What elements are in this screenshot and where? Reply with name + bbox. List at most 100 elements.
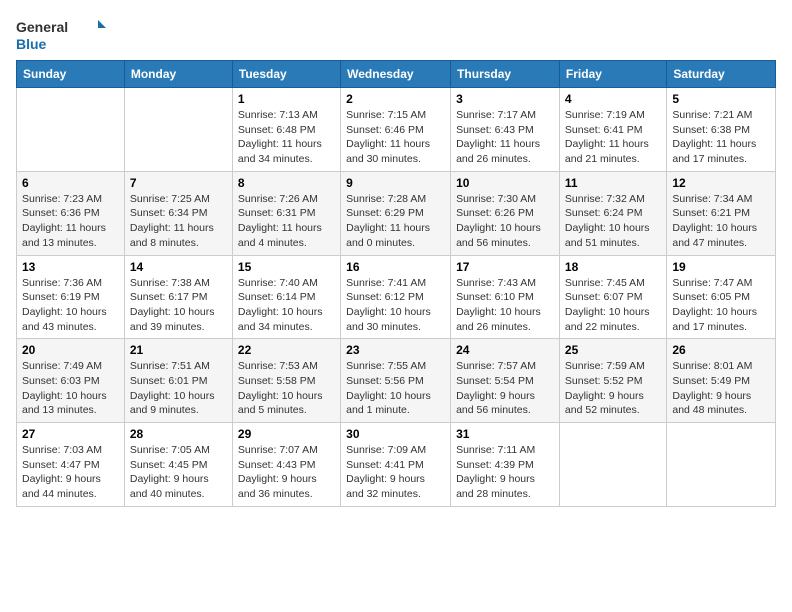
day-info: Sunrise: 7:36 AM Sunset: 6:19 PM Dayligh… — [22, 276, 119, 335]
day-info: Sunrise: 8:01 AM Sunset: 5:49 PM Dayligh… — [672, 359, 770, 418]
day-info: Sunrise: 7:19 AM Sunset: 6:41 PM Dayligh… — [565, 108, 661, 167]
day-number: 21 — [130, 343, 227, 357]
calendar-table: SundayMondayTuesdayWednesdayThursdayFrid… — [16, 60, 776, 507]
calendar-cell: 28 Sunrise: 7:05 AM Sunset: 4:45 PM Dayli… — [124, 423, 232, 507]
calendar-cell: 13 Sunrise: 7:36 AM Sunset: 6:19 PM Dayli… — [17, 255, 125, 339]
day-number: 14 — [130, 260, 227, 274]
column-header-friday: Friday — [559, 61, 666, 88]
calendar-cell: 4 Sunrise: 7:19 AM Sunset: 6:41 PM Daylig… — [559, 88, 666, 172]
calendar-cell — [17, 88, 125, 172]
day-info: Sunrise: 7:13 AM Sunset: 6:48 PM Dayligh… — [238, 108, 335, 167]
day-number: 12 — [672, 176, 770, 190]
day-number: 10 — [456, 176, 554, 190]
calendar-cell — [124, 88, 232, 172]
day-number: 22 — [238, 343, 335, 357]
day-number: 20 — [22, 343, 119, 357]
day-info: Sunrise: 7:34 AM Sunset: 6:21 PM Dayligh… — [672, 192, 770, 251]
column-header-saturday: Saturday — [667, 61, 776, 88]
day-number: 7 — [130, 176, 227, 190]
calendar-week-5: 27 Sunrise: 7:03 AM Sunset: 4:47 PM Dayli… — [17, 423, 776, 507]
day-number: 30 — [346, 427, 445, 441]
day-info: Sunrise: 7:17 AM Sunset: 6:43 PM Dayligh… — [456, 108, 554, 167]
day-number: 6 — [22, 176, 119, 190]
calendar-cell: 31Sunrise: 7:11 AM Sunset: 4:39 PM Dayli… — [451, 423, 560, 507]
day-info: Sunrise: 7:32 AM Sunset: 6:24 PM Dayligh… — [565, 192, 661, 251]
day-number: 24 — [456, 343, 554, 357]
calendar-cell: 12 Sunrise: 7:34 AM Sunset: 6:21 PM Dayli… — [667, 171, 776, 255]
calendar-cell: 7 Sunrise: 7:25 AM Sunset: 6:34 PM Daylig… — [124, 171, 232, 255]
calendar-cell: 8 Sunrise: 7:26 AM Sunset: 6:31 PM Daylig… — [232, 171, 340, 255]
day-number: 23 — [346, 343, 445, 357]
day-number: 27 — [22, 427, 119, 441]
day-number: 31 — [456, 427, 554, 441]
day-number: 13 — [22, 260, 119, 274]
calendar-cell: 11 Sunrise: 7:32 AM Sunset: 6:24 PM Dayli… — [559, 171, 666, 255]
calendar-cell: 17 Sunrise: 7:43 AM Sunset: 6:10 PM Dayli… — [451, 255, 560, 339]
calendar-cell: 5 Sunrise: 7:21 AM Sunset: 6:38 PM Daylig… — [667, 88, 776, 172]
day-info: Sunrise: 7:55 AM Sunset: 5:56 PM Dayligh… — [346, 359, 445, 418]
calendar-cell: 18 Sunrise: 7:45 AM Sunset: 6:07 PM Dayli… — [559, 255, 666, 339]
svg-text:General: General — [16, 19, 68, 35]
day-info: Sunrise: 7:21 AM Sunset: 6:38 PM Dayligh… — [672, 108, 770, 167]
calendar-cell: 9Sunrise: 7:28 AM Sunset: 6:29 PM Daylig… — [341, 171, 451, 255]
calendar-week-2: 6 Sunrise: 7:23 AM Sunset: 6:36 PM Daylig… — [17, 171, 776, 255]
day-info: Sunrise: 7:41 AM Sunset: 6:12 PM Dayligh… — [346, 276, 445, 335]
day-info: Sunrise: 7:47 AM Sunset: 6:05 PM Dayligh… — [672, 276, 770, 335]
calendar-cell — [667, 423, 776, 507]
day-number: 8 — [238, 176, 335, 190]
calendar-cell: 3 Sunrise: 7:17 AM Sunset: 6:43 PM Daylig… — [451, 88, 560, 172]
day-number: 11 — [565, 176, 661, 190]
day-number: 28 — [130, 427, 227, 441]
calendar-cell: 19 Sunrise: 7:47 AM Sunset: 6:05 PM Dayli… — [667, 255, 776, 339]
calendar-cell: 15Sunrise: 7:40 AM Sunset: 6:14 PM Dayli… — [232, 255, 340, 339]
day-number: 16 — [346, 260, 445, 274]
day-number: 19 — [672, 260, 770, 274]
page-header: General Blue — [16, 16, 776, 56]
logo-svg: General Blue — [16, 16, 106, 56]
day-number: 29 — [238, 427, 335, 441]
day-info: Sunrise: 7:28 AM Sunset: 6:29 PM Dayligh… — [346, 192, 445, 251]
day-number: 3 — [456, 92, 554, 106]
day-number: 2 — [346, 92, 445, 106]
calendar-cell: 24 Sunrise: 7:57 AM Sunset: 5:54 PM Dayli… — [451, 339, 560, 423]
calendar-week-1: 1 Sunrise: 7:13 AM Sunset: 6:48 PM Daylig… — [17, 88, 776, 172]
calendar-cell — [559, 423, 666, 507]
day-number: 1 — [238, 92, 335, 106]
calendar-cell: 30 Sunrise: 7:09 AM Sunset: 4:41 PM Dayli… — [341, 423, 451, 507]
day-info: Sunrise: 7:57 AM Sunset: 5:54 PM Dayligh… — [456, 359, 554, 418]
day-info: Sunrise: 7:26 AM Sunset: 6:31 PM Dayligh… — [238, 192, 335, 251]
day-info: Sunrise: 7:03 AM Sunset: 4:47 PM Dayligh… — [22, 443, 119, 502]
calendar-cell: 2 Sunrise: 7:15 AM Sunset: 6:46 PM Daylig… — [341, 88, 451, 172]
column-header-tuesday: Tuesday — [232, 61, 340, 88]
column-header-sunday: Sunday — [17, 61, 125, 88]
svg-text:Blue: Blue — [16, 36, 47, 52]
day-number: 4 — [565, 92, 661, 106]
day-info: Sunrise: 7:09 AM Sunset: 4:41 PM Dayligh… — [346, 443, 445, 502]
day-number: 25 — [565, 343, 661, 357]
calendar-cell: 20Sunrise: 7:49 AM Sunset: 6:03 PM Dayli… — [17, 339, 125, 423]
day-info: Sunrise: 7:05 AM Sunset: 4:45 PM Dayligh… — [130, 443, 227, 502]
day-number: 18 — [565, 260, 661, 274]
day-info: Sunrise: 7:51 AM Sunset: 6:01 PM Dayligh… — [130, 359, 227, 418]
day-info: Sunrise: 7:23 AM Sunset: 6:36 PM Dayligh… — [22, 192, 119, 251]
day-info: Sunrise: 7:45 AM Sunset: 6:07 PM Dayligh… — [565, 276, 661, 335]
calendar-cell: 22 Sunrise: 7:53 AM Sunset: 5:58 PM Dayli… — [232, 339, 340, 423]
day-info: Sunrise: 7:59 AM Sunset: 5:52 PM Dayligh… — [565, 359, 661, 418]
day-info: Sunrise: 7:43 AM Sunset: 6:10 PM Dayligh… — [456, 276, 554, 335]
day-info: Sunrise: 7:25 AM Sunset: 6:34 PM Dayligh… — [130, 192, 227, 251]
day-number: 15 — [238, 260, 335, 274]
column-header-monday: Monday — [124, 61, 232, 88]
calendar-cell: 10Sunrise: 7:30 AM Sunset: 6:26 PM Dayli… — [451, 171, 560, 255]
calendar-week-4: 20Sunrise: 7:49 AM Sunset: 6:03 PM Dayli… — [17, 339, 776, 423]
day-info: Sunrise: 7:07 AM Sunset: 4:43 PM Dayligh… — [238, 443, 335, 502]
day-number: 5 — [672, 92, 770, 106]
day-info: Sunrise: 7:53 AM Sunset: 5:58 PM Dayligh… — [238, 359, 335, 418]
calendar-cell: 14Sunrise: 7:38 AM Sunset: 6:17 PM Dayli… — [124, 255, 232, 339]
calendar-cell: 21 Sunrise: 7:51 AM Sunset: 6:01 PM Dayli… — [124, 339, 232, 423]
calendar-cell: 23 Sunrise: 7:55 AM Sunset: 5:56 PM Dayli… — [341, 339, 451, 423]
day-number: 17 — [456, 260, 554, 274]
calendar-cell: 25 Sunrise: 7:59 AM Sunset: 5:52 PM Dayli… — [559, 339, 666, 423]
calendar-cell: 6 Sunrise: 7:23 AM Sunset: 6:36 PM Daylig… — [17, 171, 125, 255]
day-info: Sunrise: 7:15 AM Sunset: 6:46 PM Dayligh… — [346, 108, 445, 167]
calendar-cell: 29 Sunrise: 7:07 AM Sunset: 4:43 PM Dayli… — [232, 423, 340, 507]
